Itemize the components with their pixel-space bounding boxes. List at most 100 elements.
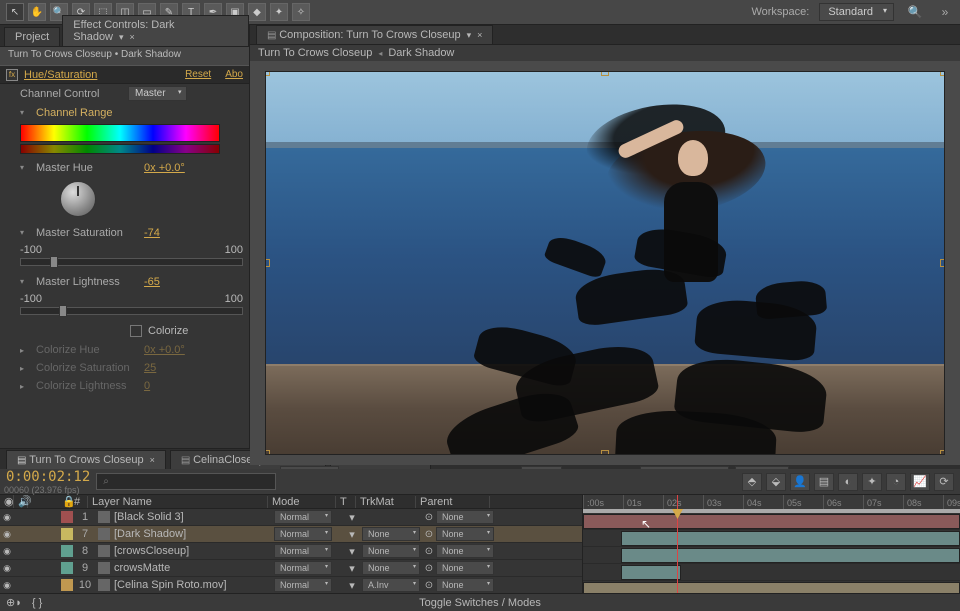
eraser-tool-icon[interactable]: ◆ — [248, 3, 266, 21]
playhead[interactable] — [677, 495, 678, 593]
track-row[interactable] — [583, 513, 960, 530]
track-matte-select[interactable]: A.Inv — [362, 578, 420, 592]
twirl-icon[interactable]: ▾ — [20, 228, 24, 237]
transform-handle[interactable] — [601, 71, 609, 76]
track-row[interactable] — [583, 581, 960, 593]
parent-pickwhip-icon[interactable]: ⊙ — [422, 563, 436, 574]
transform-handle[interactable] — [940, 259, 945, 267]
frame-blend-icon[interactable]: ▤ — [814, 473, 834, 491]
transform-handle[interactable] — [940, 71, 945, 76]
master-lightness-value[interactable]: -65 — [144, 276, 160, 288]
footer-icon[interactable]: { } — [32, 597, 42, 609]
blend-mode-select[interactable]: Normal — [274, 510, 332, 524]
viewer-canvas[interactable] — [265, 71, 945, 455]
layer-row[interactable]: ◉10[Celina Spin Roto.mov]Normal▾A.Inv⊙No… — [0, 577, 582, 594]
parent-select[interactable]: None — [436, 510, 494, 524]
effect-enable-toggle[interactable]: fx — [6, 69, 18, 81]
parent-select[interactable]: None — [436, 527, 494, 541]
layer-name[interactable]: [crowsCloseup] — [94, 545, 274, 557]
visibility-toggle[interactable]: ◉ — [0, 512, 14, 523]
layer-color-swatch[interactable] — [61, 528, 73, 540]
live-update-icon[interactable]: ⟳ — [934, 473, 954, 491]
auto-keyframe-icon[interactable]: ◔ — [886, 473, 906, 491]
puppet-tool-icon[interactable]: ✧ — [292, 3, 310, 21]
visibility-toggle[interactable]: ◉ — [0, 546, 14, 557]
transform-handle[interactable] — [265, 259, 270, 267]
col-t[interactable]: T — [336, 496, 356, 508]
track-row[interactable] — [583, 547, 960, 564]
crumb-item[interactable]: Dark Shadow — [388, 47, 454, 59]
motion-blur-icon[interactable]: ◐ — [838, 473, 858, 491]
transform-handle[interactable] — [265, 71, 270, 76]
draft-3d-icon[interactable]: ⬙ — [766, 473, 786, 491]
blend-mode-select[interactable]: Normal — [274, 544, 332, 558]
col-layer-name[interactable]: Layer Name — [88, 496, 268, 508]
twirl-icon[interactable]: ▾ — [20, 277, 24, 286]
parent-select[interactable]: None — [436, 578, 494, 592]
selection-tool-icon[interactable]: ↖ — [6, 3, 24, 21]
channel-control-select[interactable]: Master — [128, 86, 187, 101]
layer-duration-bar[interactable] — [583, 514, 960, 529]
layer-name[interactable]: [Celina Spin Roto.mov] — [94, 579, 274, 591]
effect-reset-link[interactable]: Reset — [185, 69, 211, 80]
effect-about-link[interactable]: Abo — [225, 69, 243, 80]
composition-viewer[interactable] — [250, 61, 960, 465]
layer-duration-bar[interactable] — [621, 548, 960, 563]
hue-spectrum[interactable] — [20, 124, 220, 142]
preserve-transparency-toggle[interactable]: ▾ — [342, 528, 362, 541]
crumb-item[interactable]: Turn To Crows Closeup — [258, 47, 372, 59]
visibility-toggle[interactable]: ◉ — [0, 580, 14, 591]
timeline-tab[interactable]: ▤ Turn To Crows Closeup× — [6, 450, 166, 469]
visibility-toggle[interactable]: ◉ — [0, 529, 14, 540]
col-mode[interactable]: Mode — [268, 496, 336, 508]
layer-row[interactable]: ◉8[crowsCloseup]Normal▾None⊙None — [0, 543, 582, 560]
preserve-transparency-toggle[interactable]: ▾ — [342, 511, 362, 524]
roto-brush-tool-icon[interactable]: ✦ — [270, 3, 288, 21]
tab-effect-controls[interactable]: Effect Controls: Dark Shadow▾× — [62, 15, 249, 46]
visibility-toggle[interactable]: ◉ — [0, 563, 14, 574]
twirl-icon[interactable]: ▾ — [20, 108, 24, 117]
master-hue-value[interactable]: 0x +0.0° — [144, 162, 185, 174]
preserve-transparency-toggle[interactable]: ▾ — [342, 579, 362, 592]
hide-shy-icon[interactable]: 👤 — [790, 473, 810, 491]
layer-color-swatch[interactable] — [61, 545, 73, 557]
col-parent[interactable]: Parent — [416, 496, 490, 508]
tab-composition[interactable]: ▤ Composition: Turn To Crows Closeup▾× — [256, 25, 493, 44]
comp-mini-flowchart-icon[interactable]: ⬘ — [742, 473, 762, 491]
master-hue-dial[interactable] — [60, 181, 96, 217]
layer-duration-bar[interactable] — [583, 582, 960, 593]
layer-name[interactable]: [Dark Shadow] — [94, 528, 274, 540]
layer-color-swatch[interactable] — [61, 562, 73, 574]
blend-mode-select[interactable]: Normal — [274, 527, 332, 541]
preserve-transparency-toggle[interactable]: ▾ — [342, 562, 362, 575]
master-saturation-value[interactable]: -74 — [144, 227, 160, 239]
brainstorm-icon[interactable]: ✦ — [862, 473, 882, 491]
twirl-icon[interactable]: ▾ — [20, 163, 24, 172]
layer-color-swatch[interactable] — [61, 579, 73, 591]
parent-pickwhip-icon[interactable]: ⊙ — [422, 529, 436, 540]
panel-menu-icon[interactable]: » — [936, 3, 954, 21]
layer-row[interactable]: ◉9crowsMatteNormal▾None⊙None — [0, 560, 582, 577]
track-matte-select[interactable]: None — [362, 527, 420, 541]
tab-project[interactable]: Project — [4, 27, 60, 46]
effect-header[interactable]: fx Hue/Saturation Reset Abo — [0, 65, 249, 84]
parent-pickwhip-icon[interactable]: ⊙ — [422, 546, 436, 557]
layer-name[interactable]: crowsMatte — [94, 562, 274, 574]
timeline-search-input[interactable] — [96, 473, 276, 490]
toggle-switches-modes[interactable]: Toggle Switches / Modes — [419, 597, 541, 609]
graph-editor-icon[interactable]: 📈 — [910, 473, 930, 491]
parent-pickwhip-icon[interactable]: ⊙ — [422, 512, 436, 523]
layer-name[interactable]: [Black Solid 3] — [94, 511, 274, 523]
search-help-icon[interactable]: 🔍 — [906, 3, 924, 21]
footer-icon[interactable]: ⊕◗ — [6, 596, 22, 609]
parent-pickwhip-icon[interactable]: ⊙ — [422, 580, 436, 591]
layer-row[interactable]: ◉1[Black Solid 3]Normal▾⊙None — [0, 509, 582, 526]
preserve-transparency-toggle[interactable]: ▾ — [342, 545, 362, 558]
layer-row[interactable]: ◉7[Dark Shadow]Normal▾None⊙None — [0, 526, 582, 543]
hand-tool-icon[interactable]: ✋ — [28, 3, 46, 21]
track-row[interactable] — [583, 530, 960, 547]
parent-select[interactable]: None — [436, 561, 494, 575]
track-matte-select[interactable]: None — [362, 561, 420, 575]
layer-color-swatch[interactable] — [61, 511, 73, 523]
transform-handle[interactable] — [265, 450, 270, 455]
